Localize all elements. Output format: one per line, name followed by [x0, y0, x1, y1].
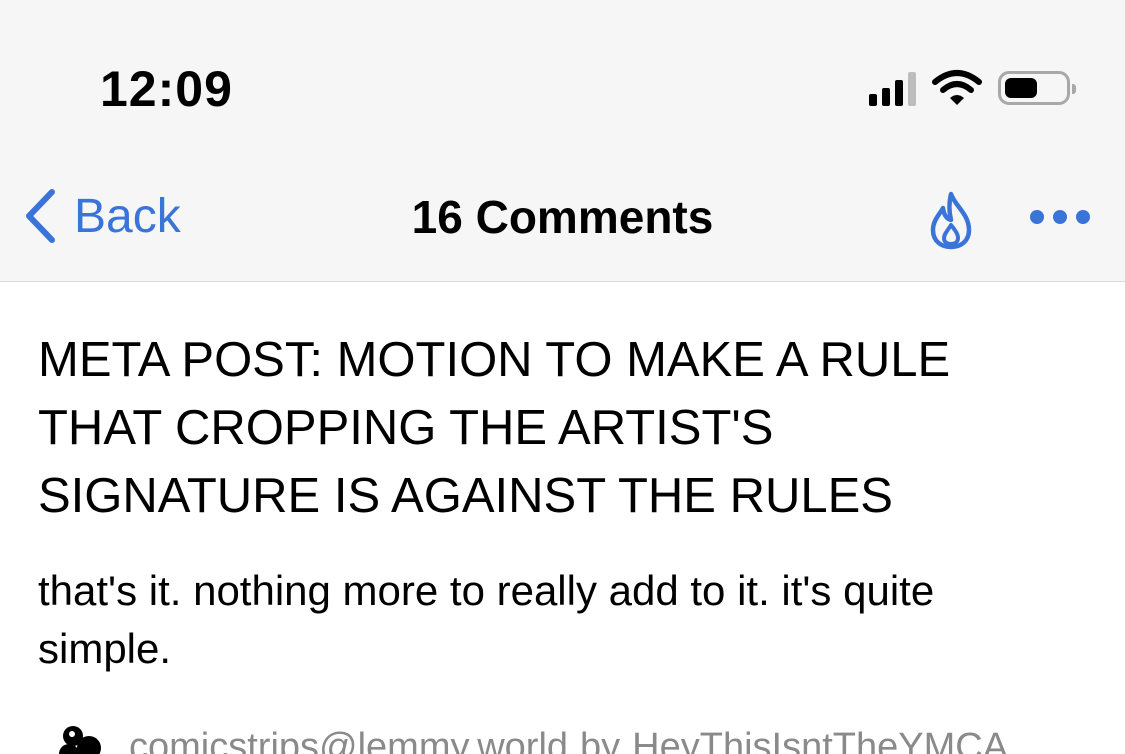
community-link[interactable]: comicstrips@lemmy.world	[129, 726, 568, 754]
back-button[interactable]: Back	[24, 188, 181, 244]
cellular-signal-icon	[869, 70, 916, 106]
status-icons	[869, 68, 1076, 108]
community-avatar[interactable]	[55, 722, 105, 754]
by-label: by	[580, 725, 621, 754]
status-time: 12:09	[100, 61, 233, 117]
battery-level	[1005, 78, 1037, 98]
back-label: Back	[74, 189, 181, 243]
battery-icon	[998, 71, 1076, 105]
author-link[interactable]: HeyThisIsntTheYMCA	[632, 726, 1008, 754]
screen: 12:09 Back 16 Comments META POST: MOTION…	[0, 0, 1125, 754]
top-bar: 12:09 Back 16 Comments	[0, 0, 1125, 282]
more-dot-icon	[1076, 210, 1090, 224]
nav-title: 16 Comments	[411, 191, 714, 243]
post-meta: comicstrips@lemmy.world by HeyThisIsntTh…	[55, 722, 1008, 754]
flame-icon[interactable]	[925, 190, 977, 250]
more-dot-icon	[1053, 210, 1067, 224]
more-dot-icon	[1030, 210, 1044, 224]
post-body: that's it. nothing more to really add to…	[38, 567, 935, 672]
wifi-icon	[932, 70, 982, 105]
more-options-button[interactable]	[1030, 205, 1090, 229]
post-title: META POST: MOTION TO MAKE A RULE THAT CR…	[38, 333, 951, 523]
chevron-left-icon	[26, 189, 55, 243]
